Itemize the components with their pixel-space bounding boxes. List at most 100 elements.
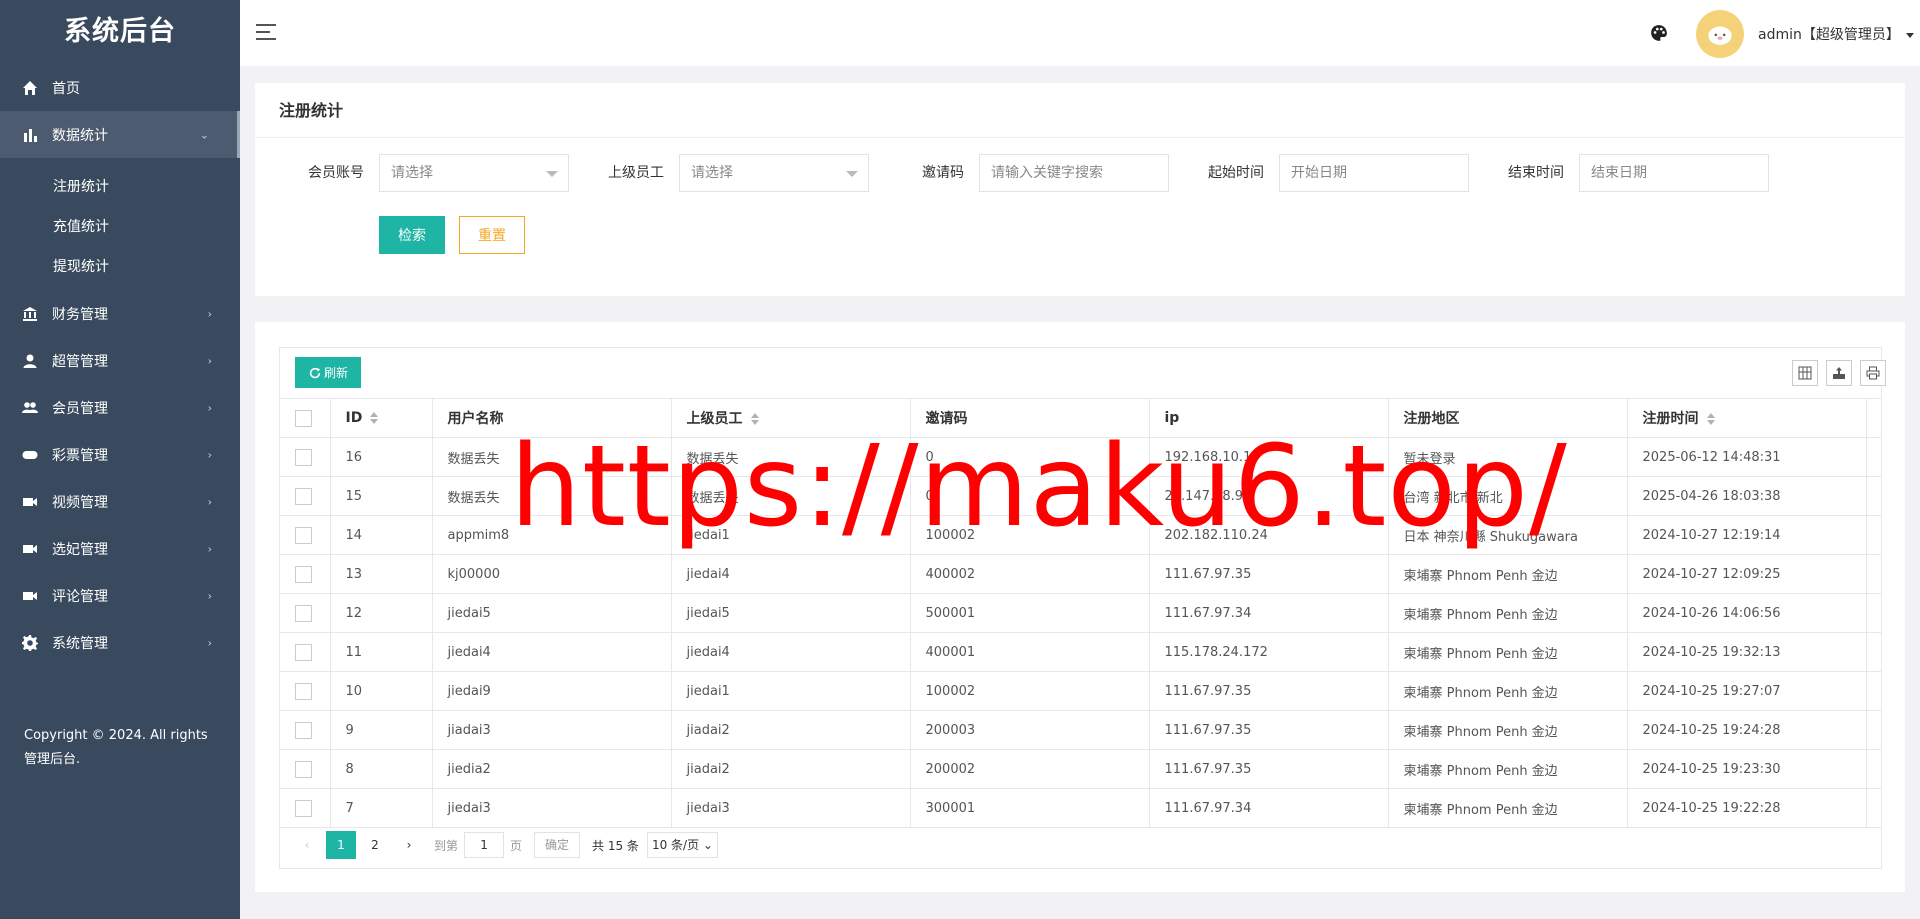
watermark-text: https://maku6.top/ xyxy=(510,422,1568,552)
export-button[interactable] xyxy=(1826,360,1852,386)
user-icon xyxy=(22,353,38,369)
cell-region: 柬埔寨 Phnom Penh 金边 xyxy=(1388,632,1628,672)
cell-register-time: 2025-04-26 18:03:38 xyxy=(1627,476,1867,516)
columns-toggle-button[interactable] xyxy=(1792,360,1818,386)
column-header-register-time[interactable]: 注册时间 xyxy=(1627,398,1867,438)
sidebar-item-admin[interactable]: 超管管理 › xyxy=(0,337,240,384)
sidebar-item-home[interactable]: 首页 xyxy=(0,64,240,111)
sort-icon[interactable] xyxy=(370,412,379,424)
select-all-checkbox[interactable] xyxy=(295,409,312,427)
end-date-input[interactable]: 结束日期 xyxy=(1579,154,1769,192)
column-header-id[interactable]: ID xyxy=(330,398,433,438)
scrollbar-gutter xyxy=(1866,788,1882,828)
start-date-label: 起始时间 xyxy=(1208,165,1264,181)
sidebar-item-system[interactable]: 系统管理 › xyxy=(0,619,240,666)
row-checkbox[interactable] xyxy=(295,643,312,661)
row-checkbox[interactable] xyxy=(295,487,312,505)
sidebar-item-video[interactable]: 视频管理 › xyxy=(0,478,240,525)
table-row[interactable]: 13 kj00000 jiedai4 400002 111.67.97.35 柬埔寨 Ph… xyxy=(280,554,1882,594)
print-button[interactable] xyxy=(1860,360,1886,386)
cell-register-time: 2024-10-27 12:19:14 xyxy=(1627,515,1867,555)
cell-ip: 111.67.97.35 xyxy=(1149,671,1389,711)
row-checkbox[interactable] xyxy=(295,721,312,739)
sidebar-item-finance[interactable]: 财务管理 › xyxy=(0,290,240,337)
video-icon xyxy=(22,541,38,557)
sidebar-item-comments[interactable]: 评论管理 › xyxy=(0,572,240,619)
sidebar-item-lottery[interactable]: 彩票管理 › xyxy=(0,431,240,478)
cell-ip: 111.67.97.34 xyxy=(1149,788,1389,828)
export-icon xyxy=(1833,367,1845,379)
submenu-item-register-stats[interactable]: 注册统计 xyxy=(0,166,240,206)
chevron-right-icon: › xyxy=(207,589,212,602)
cell-superior: jiedai3 xyxy=(671,788,911,828)
start-date-placeholder: 开始日期 xyxy=(1291,165,1347,181)
page-size-select[interactable]: 10 条/页 ⌄ xyxy=(646,832,718,858)
page-button[interactable]: 2 xyxy=(360,831,390,859)
cell-id: 8 xyxy=(330,749,433,789)
row-checkbox[interactable] xyxy=(295,565,312,583)
cell-id: 9 xyxy=(330,710,433,750)
row-checkbox[interactable] xyxy=(295,799,312,817)
palette-icon[interactable] xyxy=(1650,24,1668,42)
sort-icon[interactable] xyxy=(1706,413,1715,425)
copyright-text: Copyright © 2024. All rights 管理后台. xyxy=(24,728,208,767)
refresh-button[interactable]: 刷新 xyxy=(295,357,361,388)
top-header: admin【超级管理员】 xyxy=(240,0,1920,66)
goto-page-input[interactable]: 1 xyxy=(464,832,505,858)
page-button[interactable]: 1 xyxy=(326,831,356,859)
user-name-label: admin【超级管理员】 xyxy=(1758,27,1900,43)
column-header-label: ID xyxy=(345,410,363,426)
cell-register-time: 2024-10-27 12:09:25 xyxy=(1627,554,1867,594)
row-checkbox[interactable] xyxy=(295,526,312,544)
table-row[interactable]: 12 jiedai5 jiedai5 500001 111.67.97.34 柬埔寨 Ph… xyxy=(280,593,1882,633)
video-icon xyxy=(22,588,38,604)
table-row[interactable]: 7 jiedai3 jiedai3 300001 111.67.97.34 柬埔寨 Phn… xyxy=(280,788,1882,828)
cell-username: jiedai4 xyxy=(432,632,672,672)
superior-staff-label: 上级员工 xyxy=(608,165,664,181)
sidebar-item-members[interactable]: 会员管理 › xyxy=(0,384,240,431)
sidebar-item-selection[interactable]: 选妃管理 › xyxy=(0,525,240,572)
next-page-button[interactable]: › xyxy=(394,831,424,859)
pagination: ‹ 1 2 › 到第 1 页 确定 共 15 条 10 条/页 ⌄ xyxy=(292,831,718,859)
row-checkbox[interactable] xyxy=(295,604,312,622)
member-account-select[interactable]: 请选择 xyxy=(379,154,569,192)
sidebar-item-data-stats[interactable]: 数据统计 ⌄ xyxy=(0,111,240,158)
row-checkbox[interactable] xyxy=(295,682,312,700)
row-checkbox-cell xyxy=(280,710,331,750)
table-row[interactable]: 10 jiedai9 jiedai1 100002 111.67.97.35 柬埔寨 Ph… xyxy=(280,671,1882,711)
superior-staff-select[interactable]: 请选择 xyxy=(679,154,869,192)
scrollbar-gutter xyxy=(1866,476,1882,516)
page-size-label: 10 条/页 xyxy=(651,838,700,852)
submenu-item-withdraw-stats[interactable]: 提现统计 xyxy=(0,246,240,286)
reset-button[interactable]: 重置 xyxy=(459,216,525,254)
row-checkbox[interactable] xyxy=(295,448,312,466)
table-row[interactable]: 8 jiedia2 jiadai2 200002 111.67.97.35 柬埔寨 Phn… xyxy=(280,749,1882,789)
cell-superior: jiedai1 xyxy=(671,671,911,711)
cell-id: 15 xyxy=(330,476,433,516)
invite-code-input[interactable]: 请输入关键字搜索 xyxy=(979,154,1169,192)
row-checkbox-cell xyxy=(280,632,331,672)
row-checkbox-cell xyxy=(280,593,331,633)
video-icon xyxy=(22,494,38,510)
chevron-right-icon: › xyxy=(207,354,212,367)
cell-username: jiedia2 xyxy=(432,749,672,789)
home-icon xyxy=(22,80,38,96)
goto-confirm-button[interactable]: 确定 xyxy=(534,832,581,858)
user-menu[interactable]: admin【超级管理员】 xyxy=(1758,24,1914,44)
avatar[interactable] xyxy=(1696,10,1744,58)
table-row[interactable]: 11 jiedai4 jiedai4 400001 115.178.24.172 柬埔寨 … xyxy=(280,632,1882,672)
row-checkbox[interactable] xyxy=(295,760,312,778)
cell-username: jiedai3 xyxy=(432,788,672,828)
menu-toggle-icon[interactable] xyxy=(256,24,276,42)
chevron-right-icon: › xyxy=(207,401,212,414)
header-checkbox-cell xyxy=(280,398,331,438)
cell-id: 7 xyxy=(330,788,433,828)
search-button[interactable]: 检索 xyxy=(379,216,445,254)
start-date-input[interactable]: 开始日期 xyxy=(1279,154,1469,192)
prev-page-button[interactable]: ‹ xyxy=(292,831,322,859)
sidebar-item-label: 彩票管理 xyxy=(52,447,108,464)
brand-title: 系统后台 xyxy=(64,16,176,47)
submenu-item-recharge-stats[interactable]: 充值统计 xyxy=(0,206,240,246)
table-row[interactable]: 9 jiadai3 jiadai2 200003 111.67.97.35 柬埔寨 Phn… xyxy=(280,710,1882,750)
refresh-icon xyxy=(309,367,321,378)
